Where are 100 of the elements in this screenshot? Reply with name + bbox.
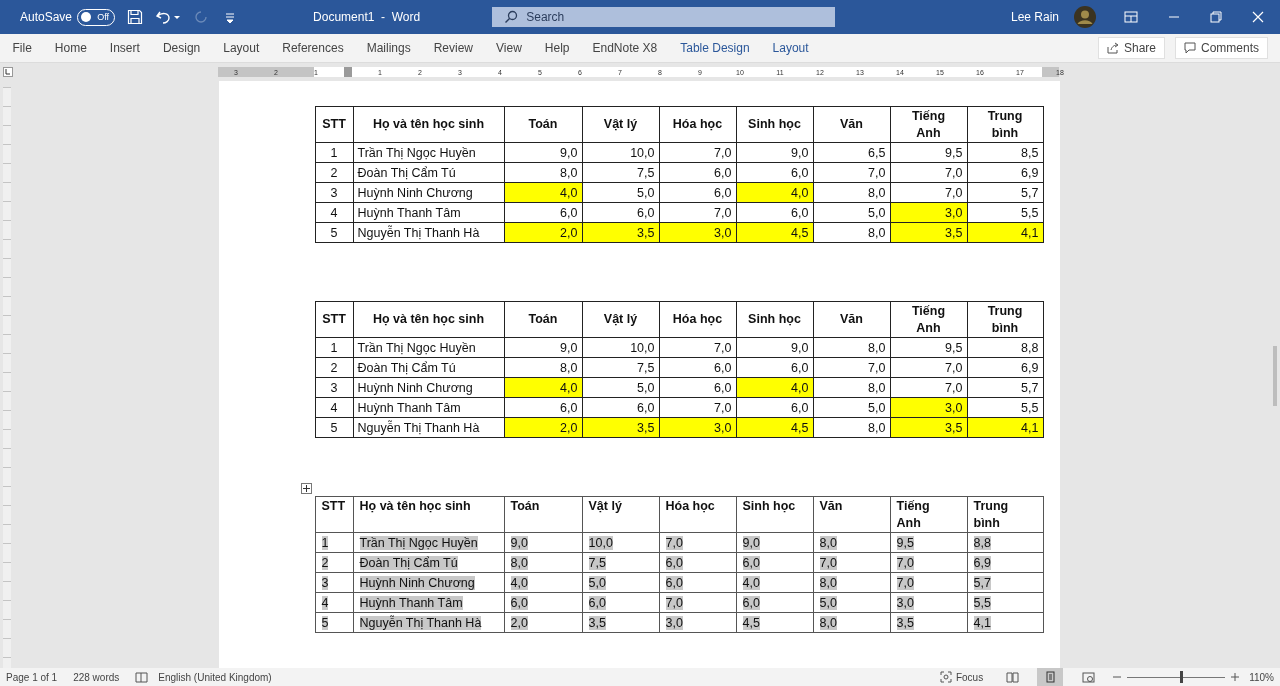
ribbon-tab[interactable]: Layout <box>211 41 271 55</box>
web-view-icon <box>1081 671 1095 683</box>
zoom-level[interactable]: 110% <box>1249 671 1274 683</box>
table-cell: 6,0 <box>659 162 736 183</box>
margin-marker-icon[interactable] <box>344 67 352 77</box>
ribbon-tab[interactable]: Layout <box>761 41 821 55</box>
table-cell: 7,5 <box>582 552 659 573</box>
search-field[interactable]: Search <box>492 7 836 27</box>
column-header: STT <box>315 496 353 533</box>
view-button[interactable] <box>1037 668 1064 686</box>
table-cell: 8,0 <box>504 552 582 573</box>
table-cell: 8,5 <box>967 142 1043 163</box>
ribbon-tab[interactable]: Mailings <box>355 41 423 55</box>
table-cell: 6,0 <box>504 397 582 418</box>
table-cell: 7,0 <box>659 337 736 358</box>
table-cell: 3 <box>315 182 353 203</box>
ribbon-tab[interactable]: File <box>1 41 44 55</box>
focus-icon[interactable] <box>939 671 952 683</box>
column-header: Trung bình <box>967 301 1043 338</box>
table-cell: 6,0 <box>659 377 736 398</box>
table-cell: 6,0 <box>659 552 736 573</box>
proofing-icon[interactable] <box>135 671 149 683</box>
focus-button[interactable]: Focus <box>955 671 984 683</box>
scroll-bar[interactable] <box>1273 346 1277 406</box>
autosave-label: AutoSave <box>20 10 73 24</box>
ribbon-tab[interactable]: Home <box>43 41 99 55</box>
table-cell: 5,0 <box>813 397 890 418</box>
user-name: Lee Rain <box>1010 10 1059 24</box>
table-cell: 9,0 <box>504 532 582 553</box>
column-header: STT <box>315 106 353 143</box>
table-move-handle-icon[interactable] <box>300 483 312 494</box>
table-cell: 5 <box>315 222 353 243</box>
column-header: Toán <box>504 106 582 143</box>
table-cell: 9,0 <box>736 142 813 163</box>
table-cell: 8,0 <box>813 182 890 203</box>
table-cell: 2 <box>315 357 353 378</box>
table-cell: 7,0 <box>890 182 967 203</box>
table-cell: 4 <box>315 592 353 613</box>
ribbon-tab[interactable]: Design <box>151 41 212 55</box>
table-cell: 9,5 <box>890 337 967 358</box>
table-cell: 9,0 <box>504 337 582 358</box>
table-cell: 8,0 <box>813 532 890 553</box>
avatar[interactable] <box>1074 6 1096 28</box>
ribbon-tab[interactable]: Review <box>422 41 485 55</box>
ribbon-tab[interactable]: View <box>484 41 534 55</box>
table-cell: 4 <box>315 397 353 418</box>
ribbon-tab[interactable]: Insert <box>98 41 152 55</box>
ribbon-tab[interactable]: EndNote X8 <box>581 41 669 55</box>
zoom-out-icon[interactable] <box>1113 673 1122 681</box>
table-cell: 7,5 <box>582 357 659 378</box>
column-header: Họ và tên học sinh <box>353 106 504 143</box>
column-header: STT <box>315 301 353 338</box>
tab-stop-icon[interactable] <box>3 67 13 77</box>
save-icon[interactable] <box>127 9 144 25</box>
ribbon-tab[interactable]: Help <box>533 41 581 55</box>
ribbon-tab[interactable]: Table Design <box>668 41 762 55</box>
column-header: Toán <box>504 301 582 338</box>
table-cell: 6,0 <box>582 202 659 223</box>
column-header: Hóa học <box>659 301 736 338</box>
table-cell: 5,0 <box>813 202 890 223</box>
language-label[interactable]: English (United Kingdom) <box>158 671 272 683</box>
ribbon-display-icon[interactable] <box>1124 11 1138 23</box>
comments-button[interactable]: Comments <box>1175 37 1268 59</box>
column-header: Vật lý <box>582 496 659 533</box>
table-cell: 9,5 <box>890 532 967 553</box>
table-cell: 1 <box>315 532 353 553</box>
table-cell: 8,0 <box>504 162 582 183</box>
table-cell: Huỳnh Ninh Chương <box>353 572 504 593</box>
page-count: Page 1 of 1 <box>6 671 58 683</box>
close-icon[interactable] <box>1252 11 1264 23</box>
comment-icon <box>1184 42 1196 54</box>
ribbon-tab[interactable]: References <box>270 41 356 55</box>
zoom-in-icon[interactable] <box>1231 673 1240 681</box>
table-cell: 10,0 <box>582 532 659 553</box>
table-cell: 4,0 <box>736 572 813 593</box>
column-header: Văn <box>813 496 890 533</box>
table-cell: 6,0 <box>736 397 813 418</box>
table-cell: 1 <box>315 337 353 358</box>
table-cell: Huỳnh Thanh Tâm <box>353 397 504 418</box>
restore-icon[interactable] <box>1210 11 1222 23</box>
table-cell: 5,7 <box>967 377 1043 398</box>
table-cell: 10,0 <box>582 337 659 358</box>
table-cell: 7,0 <box>890 357 967 378</box>
share-button[interactable]: Share <box>1097 37 1165 59</box>
table-cell: 5 <box>315 612 353 633</box>
table-cell: 6,0 <box>659 182 736 203</box>
column-header: Vật lý <box>582 106 659 143</box>
table-cell: 8,0 <box>813 377 890 398</box>
table-cell: 4,5 <box>736 612 813 633</box>
table-cell: 6,9 <box>967 552 1043 573</box>
table-cell: Huỳnh Thanh Tâm <box>353 202 504 223</box>
table-cell: 6,0 <box>504 592 582 613</box>
table-cell: 6,0 <box>736 162 813 183</box>
table-cell: 5,7 <box>967 572 1043 593</box>
table-cell: 7,0 <box>890 377 967 398</box>
zoom-slider-thumb[interactable] <box>1180 671 1184 683</box>
table-cell: 3,0 <box>890 592 967 613</box>
table-cell: 3 <box>315 377 353 398</box>
table-cell: 8,0 <box>813 337 890 358</box>
table-cell: 6,0 <box>504 202 582 223</box>
